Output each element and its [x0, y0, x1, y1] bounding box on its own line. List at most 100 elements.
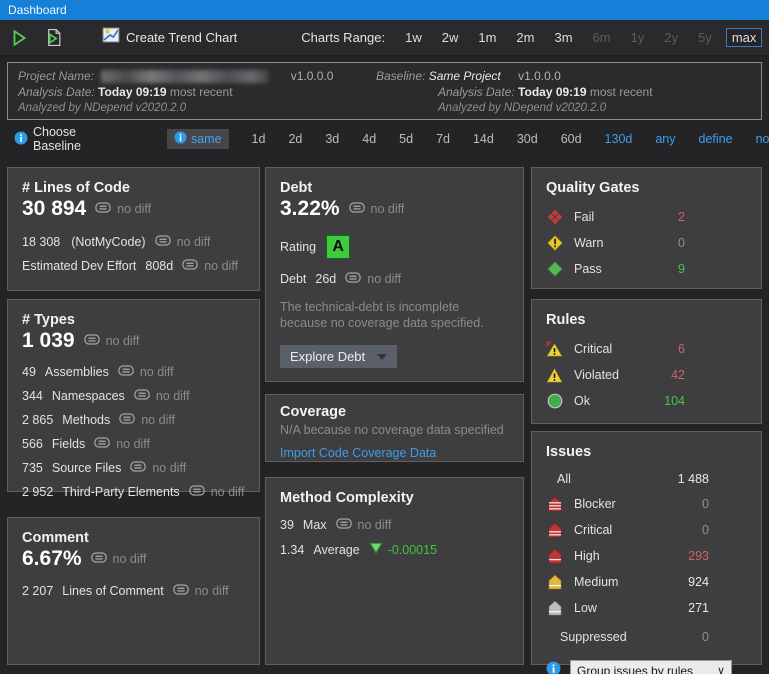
- loc-value[interactable]: 30 894: [22, 197, 86, 221]
- debt-percent-value[interactable]: 3.22%: [280, 197, 340, 221]
- no-diff-indicator: no diff: [349, 200, 405, 218]
- baseline-option-4d[interactable]: 4d: [362, 132, 376, 146]
- baseline-option-30d[interactable]: 30d: [517, 132, 538, 146]
- panel-title: # Types: [22, 312, 245, 328]
- info-icon: [174, 131, 187, 147]
- baseline-option-130d[interactable]: 130d: [605, 132, 633, 146]
- range-2m[interactable]: 2m: [510, 28, 540, 47]
- severity-high-icon: [546, 548, 563, 564]
- issues-high-count[interactable]: 293: [673, 549, 709, 563]
- comment-value[interactable]: 6.67%: [22, 547, 82, 571]
- explore-debt-button[interactable]: Explore Debt: [280, 345, 397, 368]
- run-analysis-report-button[interactable]: [40, 25, 66, 51]
- baseline-option-5d[interactable]: 5d: [399, 132, 413, 146]
- baseline-option-7d[interactable]: 7d: [436, 132, 450, 146]
- issues-medium-count[interactable]: 924: [673, 575, 709, 589]
- panel-title: Quality Gates: [546, 180, 747, 196]
- max-complexity-value[interactable]: 39: [280, 518, 294, 532]
- pass-count[interactable]: 9: [649, 262, 685, 276]
- project-name-label: Project Name:: [18, 69, 94, 83]
- rules-ok-label: Ok: [574, 394, 590, 408]
- debt-note: The technical-debt is incomplete because…: [280, 299, 500, 331]
- coverage-note: N/A because no coverage data specified: [280, 423, 509, 437]
- no-diff-indicator: no diff: [336, 518, 392, 532]
- debt-days-value[interactable]: 26d: [315, 272, 336, 286]
- create-trend-chart-button[interactable]: Create Trend Chart: [102, 26, 237, 49]
- debt-rating-badge[interactable]: A: [326, 235, 350, 259]
- types-value[interactable]: 1 039: [22, 329, 75, 353]
- window-title: Dashboard: [0, 0, 769, 20]
- warn-label: Warn: [574, 236, 603, 250]
- fields-label: Fields: [52, 437, 85, 451]
- baseline-option-same[interactable]: same: [167, 129, 229, 149]
- no-diff-icon: [155, 235, 171, 249]
- rules-ok-count[interactable]: 104: [649, 394, 685, 408]
- no-diff-icon: [349, 200, 365, 218]
- project-info-panel: Project Name: v1.0.0.0 Analysis Date: To…: [7, 62, 762, 120]
- panel-method-complexity: Method Complexity 39 Max no diff 1.34 Av…: [265, 477, 524, 665]
- baseline-option-none[interactable]: none: [756, 132, 769, 146]
- no-diff-indicator: no diff: [189, 485, 245, 499]
- rules-critical-count[interactable]: 6: [649, 342, 685, 356]
- notmycode-value[interactable]: 18 308: [22, 235, 60, 249]
- baseline-option-14d[interactable]: 14d: [473, 132, 494, 146]
- group-issues-dropdown[interactable]: Group issues by rules ∨: [570, 660, 732, 674]
- avg-complexity-value[interactable]: 1.34: [280, 543, 304, 557]
- no-diff-icon: [345, 272, 361, 286]
- methods-value[interactable]: 2 865: [22, 413, 53, 427]
- panel-title: Issues: [546, 444, 747, 460]
- import-coverage-link[interactable]: Import Code Coverage Data: [280, 446, 436, 460]
- baseline-option-any[interactable]: any: [655, 132, 675, 146]
- issues-low-label: Low: [574, 601, 597, 615]
- fail-count[interactable]: 2: [649, 210, 685, 224]
- issues-suppressed-count[interactable]: 0: [673, 630, 709, 644]
- range-3m[interactable]: 3m: [548, 28, 578, 47]
- no-diff-icon: [84, 332, 100, 350]
- rules-violated-label: Violated: [574, 368, 619, 382]
- baseline-option-2d[interactable]: 2d: [288, 132, 302, 146]
- quality-gate-fail-icon: [546, 209, 563, 225]
- namespaces-value[interactable]: 344: [22, 389, 43, 403]
- severity-medium-icon: [546, 574, 563, 590]
- range-max[interactable]: max: [726, 28, 763, 47]
- warn-count[interactable]: 0: [649, 236, 685, 250]
- baseline-option-60d[interactable]: 60d: [561, 132, 582, 146]
- no-diff-indicator: no diff: [182, 259, 238, 273]
- project-version: v1.0.0.0: [291, 69, 334, 83]
- fields-value[interactable]: 566: [22, 437, 43, 451]
- no-diff-indicator: no diff: [91, 550, 147, 568]
- run-analysis-button[interactable]: [6, 25, 32, 51]
- range-1w[interactable]: 1w: [399, 28, 428, 47]
- range-1m[interactable]: 1m: [472, 28, 502, 47]
- issues-all-count[interactable]: 1 488: [673, 472, 709, 486]
- notmycode-label: (NotMyCode): [71, 235, 145, 249]
- baseline-option-define[interactable]: define: [699, 132, 733, 146]
- analysis-date-value: Today 09:19: [98, 85, 166, 99]
- issues-suppressed-label: Suppressed: [560, 630, 627, 644]
- source-files-value[interactable]: 735: [22, 461, 43, 475]
- issues-critical-count[interactable]: 0: [673, 523, 709, 537]
- range-6m: 6m: [587, 28, 617, 47]
- group-issues-dropdown-value: Group issues by rules: [577, 664, 717, 674]
- dev-effort-value[interactable]: 808d: [145, 259, 173, 273]
- issues-low-count[interactable]: 271: [673, 601, 709, 615]
- project-info-baseline: Baseline: Same Project v1.0.0.0 Analysis…: [376, 68, 653, 116]
- third-party-value[interactable]: 2 952: [22, 485, 53, 499]
- panel-quality-gates: Quality Gates Fail 2 Warn 0 Pass 9: [531, 167, 762, 289]
- baseline-version: v1.0.0.0: [518, 69, 561, 83]
- baseline-option-1d[interactable]: 1d: [252, 132, 266, 146]
- range-2y: 2y: [658, 28, 684, 47]
- range-5y: 5y: [692, 28, 718, 47]
- baseline-value: Same Project: [429, 69, 501, 83]
- issues-blocker-count[interactable]: 0: [673, 497, 709, 511]
- assemblies-value[interactable]: 49: [22, 365, 36, 379]
- baseline-option-3d[interactable]: 3d: [325, 132, 339, 146]
- decrease-triangle-icon: [369, 542, 383, 557]
- no-diff-indicator: no diff: [173, 584, 229, 598]
- choose-baseline-bar: Choose Baseline same 1d 2d 3d 4d 5d 7d 1…: [0, 124, 769, 154]
- range-2w[interactable]: 2w: [436, 28, 465, 47]
- quality-gate-warn-icon: [546, 235, 563, 251]
- rules-violated-count[interactable]: 42: [649, 368, 685, 382]
- baseline-label: Baseline:: [376, 69, 425, 83]
- lines-of-comment-value[interactable]: 2 207: [22, 584, 53, 598]
